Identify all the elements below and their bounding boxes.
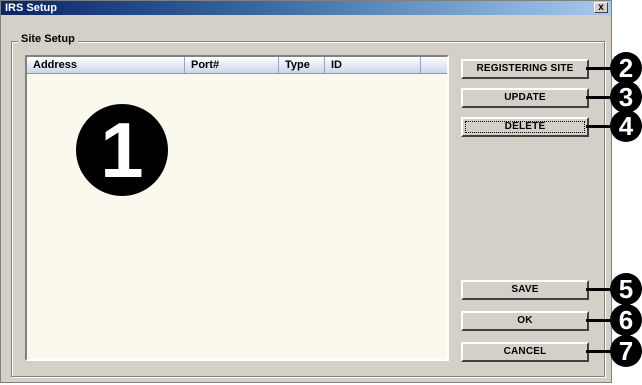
- site-setup-legend: Site Setup: [18, 33, 78, 45]
- title-bar[interactable]: IRS Setup x: [1, 1, 611, 15]
- close-button[interactable]: x: [594, 2, 608, 13]
- column-address[interactable]: Address: [27, 57, 185, 73]
- delete-button[interactable]: DELETE: [461, 117, 589, 137]
- callout-4: 4: [610, 110, 642, 142]
- callout-3: 3: [610, 81, 642, 113]
- cancel-button[interactable]: CANCEL: [461, 342, 589, 362]
- site-list-header: Address Port# Type ID: [27, 57, 447, 74]
- column-id[interactable]: ID: [325, 57, 421, 73]
- save-button[interactable]: SAVE: [461, 280, 589, 300]
- site-list[interactable]: Address Port# Type ID: [25, 55, 449, 361]
- callout-2: 2: [610, 52, 642, 84]
- registering-site-button[interactable]: REGISTERING SITE: [461, 59, 589, 79]
- column-type[interactable]: Type: [279, 57, 325, 73]
- window-title: IRS Setup: [5, 2, 57, 14]
- column-port[interactable]: Port#: [185, 57, 279, 73]
- ok-button[interactable]: OK: [461, 311, 589, 331]
- irs-setup-window: IRS Setup x Site Setup Address Port# Typ…: [0, 0, 612, 383]
- callout-7: 7: [610, 335, 642, 367]
- callout-1: 1: [76, 104, 168, 196]
- callout-6: 6: [610, 304, 642, 336]
- callout-5: 5: [610, 273, 642, 305]
- update-button[interactable]: UPDATE: [461, 88, 589, 108]
